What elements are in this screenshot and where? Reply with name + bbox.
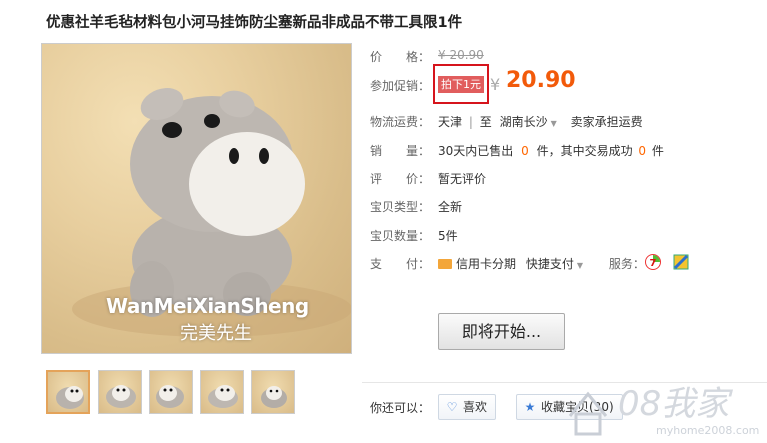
review-value: 暂无评价: [438, 172, 487, 186]
thumbnail-5[interactable]: [251, 370, 295, 414]
heart-icon: ♡: [446, 400, 458, 414]
sales-suffix: 件: [651, 144, 664, 158]
quantity-value: 5件: [438, 229, 458, 243]
promo-price: 20.90: [506, 68, 576, 93]
shipping-row: 物流运费： 天津 | 至 湖南长沙 ▼ 卖家承担运费: [370, 113, 643, 130]
promo-label: 参加促销：: [370, 79, 431, 93]
condition-value: 全新: [438, 200, 463, 214]
guarantee-icon[interactable]: [673, 254, 689, 270]
chevron-down-icon: ▼: [576, 261, 584, 270]
price-label: 价 格：: [370, 50, 431, 64]
success-count: 0: [638, 144, 647, 158]
original-price: ¥ 20.90: [438, 48, 484, 62]
review-row: 评 价： 暂无评价: [370, 170, 486, 187]
ship-sep: |: [468, 115, 473, 129]
credit-installment-label: 信用卡分期: [456, 257, 517, 271]
sales-prefix: 30天内已售出: [438, 144, 514, 158]
like-button[interactable]: ♡ 喜欢: [438, 394, 497, 420]
review-label: 评 价：: [370, 172, 431, 186]
sales-row: 销 量： 30天内已售出 0 件，其中交易成功 0 件: [370, 142, 664, 159]
product-title: 优惠社羊毛毡材料包小河马挂饰防尘塞新品非成品不带工具限1件: [46, 15, 463, 31]
quantity-label: 宝贝数量：: [370, 229, 431, 243]
chevron-down-icon: ▼: [550, 119, 557, 128]
buy-coming-soon-button[interactable]: 即将开始...: [438, 313, 565, 350]
promo-highlight-box: [433, 64, 489, 104]
shipping-label: 物流运费：: [370, 115, 431, 129]
credit-installment[interactable]: 信用卡分期: [438, 257, 516, 271]
site-watermark: 08我家 myhome2008.com: [560, 372, 767, 443]
thumbnail-3[interactable]: [149, 370, 193, 414]
svg-text:7: 7: [650, 258, 657, 269]
like-label: 喜欢: [463, 400, 488, 414]
watermark-sub: myhome2008.com: [656, 424, 760, 437]
sales-label: 销 量：: [370, 144, 431, 158]
ship-to-prefix: 至: [479, 115, 492, 129]
price-row: 价 格： ¥ 20.90: [370, 48, 484, 65]
ship-to-selector[interactable]: 湖南长沙 ▼: [500, 115, 557, 129]
share-row: 你还可以：: [370, 399, 430, 416]
image-brand-text: WanMeiXianSheng: [106, 294, 309, 318]
quantity-row: 宝贝数量： 5件: [370, 227, 458, 244]
sales-mid: 件，其中交易成功: [536, 144, 633, 158]
payment-label: 支 付：: [370, 257, 431, 271]
promo-row: 参加促销： 拍下1元: [370, 76, 484, 94]
thumbnail-4[interactable]: [200, 370, 244, 414]
quick-pay[interactable]: 快捷支付 ▼: [526, 257, 583, 271]
ship-to-city: 湖南长沙: [499, 115, 548, 129]
credit-card-icon: [438, 259, 452, 269]
share-label: 你还可以：: [370, 401, 431, 415]
quick-pay-label: 快捷支付: [525, 257, 574, 271]
star-icon: ★: [524, 400, 536, 414]
image-brand-cn: 完美先生: [180, 323, 252, 344]
ship-from: 天津: [438, 115, 463, 129]
seven-day-return-icon[interactable]: 7: [645, 254, 661, 270]
thumbnail-1[interactable]: [46, 370, 90, 414]
promo-currency: ¥: [490, 75, 501, 94]
sales-count: 0: [521, 144, 529, 158]
thumbnail-2[interactable]: [98, 370, 142, 414]
product-main-image[interactable]: WanMeiXianSheng 完美先生: [41, 43, 352, 354]
payment-row: 支 付： 信用卡分期 快捷支付 ▼ 服务：: [370, 255, 645, 272]
shipping-note: 卖家承担运费: [570, 115, 643, 129]
condition-row: 宝贝类型： 全新: [370, 198, 462, 215]
condition-label: 宝贝类型：: [370, 200, 431, 214]
watermark-main: 08我家: [618, 384, 730, 424]
service-label: 服务：: [608, 257, 645, 271]
